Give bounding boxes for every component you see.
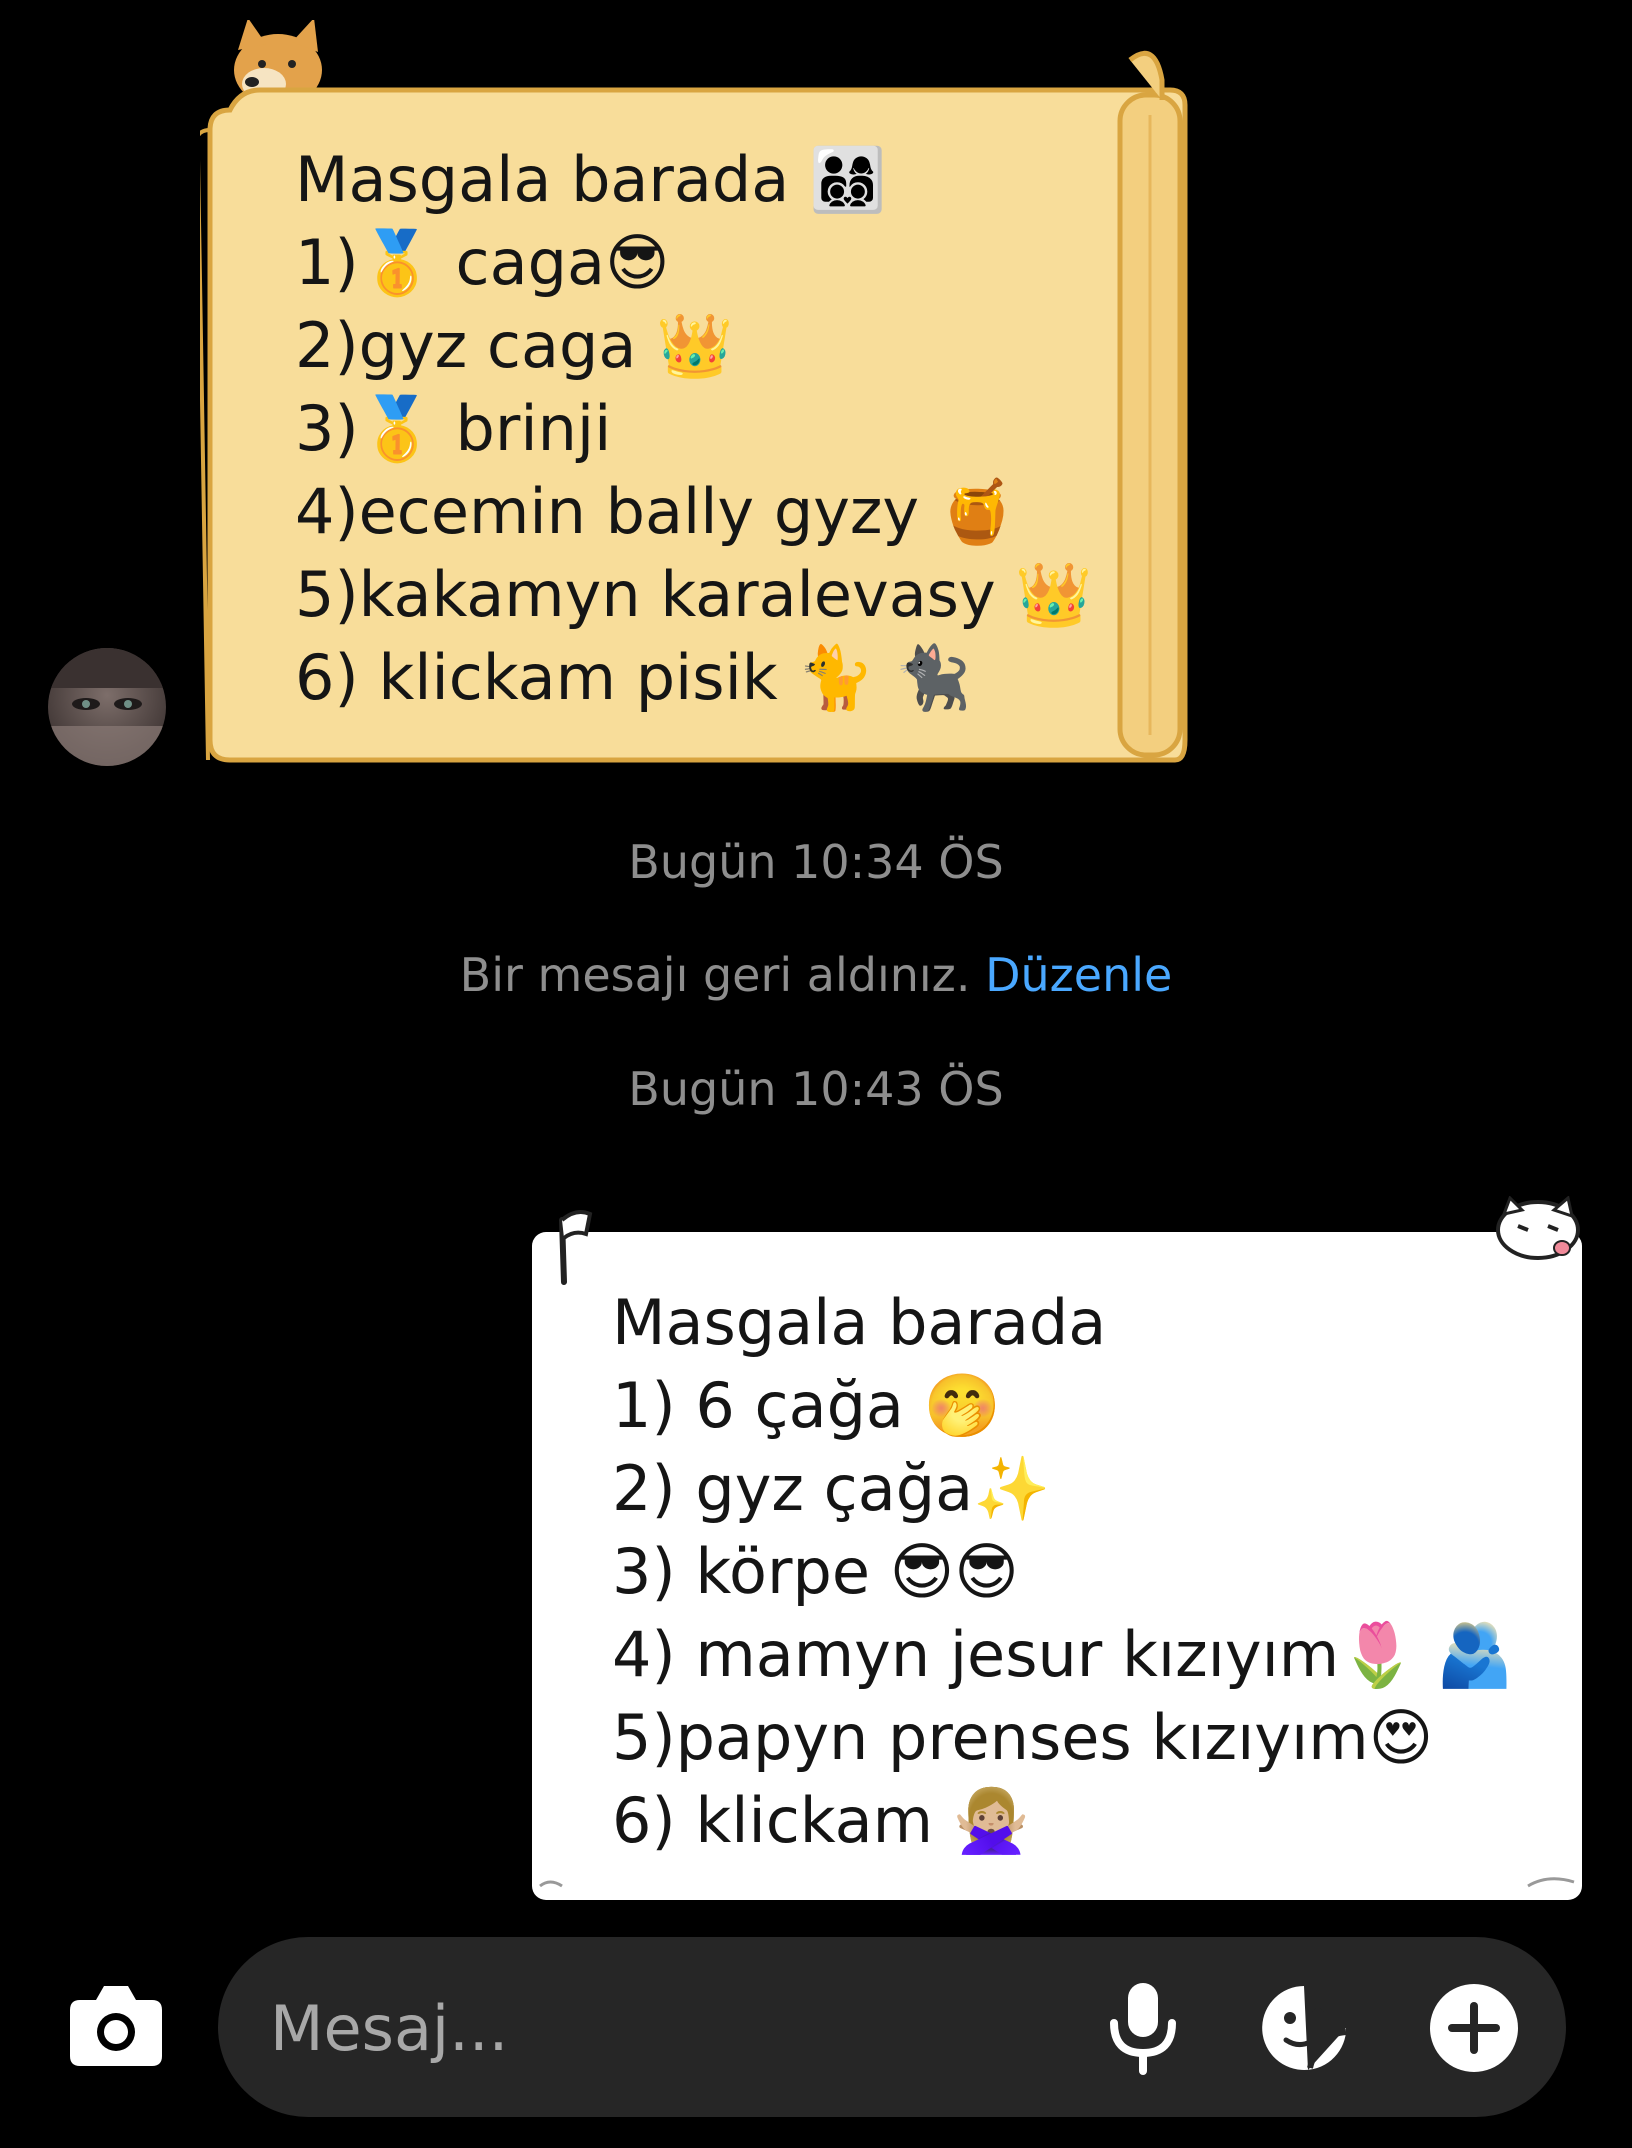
add-button[interactable]	[1428, 1982, 1520, 2074]
message-composer	[218, 1937, 1566, 2117]
plus-icon	[1430, 1984, 1518, 2072]
sticker-button[interactable]	[1258, 1982, 1350, 2074]
message-line: 3)🥇 brinji	[295, 392, 612, 465]
message-line: 1)🥇 caga😎	[295, 226, 670, 299]
message-line: Masgala barada	[612, 1286, 1107, 1359]
message-line: Masgala barada 👨‍👩‍👦‍👦	[295, 143, 887, 216]
unsent-notice-text: Bir mesajı geri aldınız.	[459, 948, 971, 1002]
sender-avatar[interactable]	[48, 648, 166, 766]
edit-link[interactable]: Düzenle	[985, 948, 1172, 1002]
outgoing-message-bubble[interactable]: Masgala barada 1) 6 çağa 🤭 2) gyz çağa✨ …	[528, 1196, 1583, 1904]
message-line: 5)kakamyn karalevasy 👑	[295, 558, 1093, 631]
incoming-message-bubble[interactable]: Masgala barada 👨‍👩‍👦‍👦 1)🥇 caga😎 2)gyz c…	[200, 20, 1195, 765]
camera-button[interactable]	[66, 1980, 166, 2070]
chat-screen: Masgala barada 👨‍👩‍👦‍👦 1)🥇 caga😎 2)gyz c…	[0, 0, 1632, 2148]
message-line: 1) 6 çağa 🤭	[612, 1369, 1001, 1442]
unsent-notice: Bir mesajı geri aldınız. Düzenle	[0, 948, 1632, 1002]
avatar-image	[48, 648, 166, 766]
microphone-button[interactable]	[1098, 1979, 1188, 2075]
outgoing-message-text: Masgala barada 1) 6 çağa 🤭 2) gyz çağa✨ …	[612, 1281, 1562, 1862]
message-line: 4) mamyn jesur kızıyım🌷 🫂	[612, 1618, 1514, 1691]
microphone-icon	[1110, 1983, 1176, 2075]
incoming-message-text: Masgala barada 👨‍👩‍👦‍👦 1)🥇 caga😎 2)gyz c…	[295, 138, 1115, 719]
timestamp: Bugün 10:34 ÖS	[628, 835, 1004, 889]
sticker-icon	[1262, 1986, 1347, 2070]
message-line: 6) klickam 🙅🏼‍♀️	[612, 1784, 1030, 1857]
message-line: 3) körpe 😎😎	[612, 1535, 1019, 1608]
message-line: 2)gyz caga 👑	[295, 309, 734, 382]
message-input[interactable]	[268, 1987, 1072, 2069]
cat-decoration	[1496, 1196, 1580, 1260]
message-line: 6) klickam pisik 🐈 🐈‍⬛	[295, 641, 972, 714]
message-line: 2) gyz çağa✨	[612, 1452, 1051, 1525]
message-line: 4)ecemin bally gyzy 🍯	[295, 475, 1017, 548]
message-line: 5)papyn prenses kızıyım😍	[612, 1701, 1434, 1774]
camera-icon	[70, 1986, 162, 2066]
timestamp: Bugün 10:43 ÖS	[628, 1062, 1004, 1116]
